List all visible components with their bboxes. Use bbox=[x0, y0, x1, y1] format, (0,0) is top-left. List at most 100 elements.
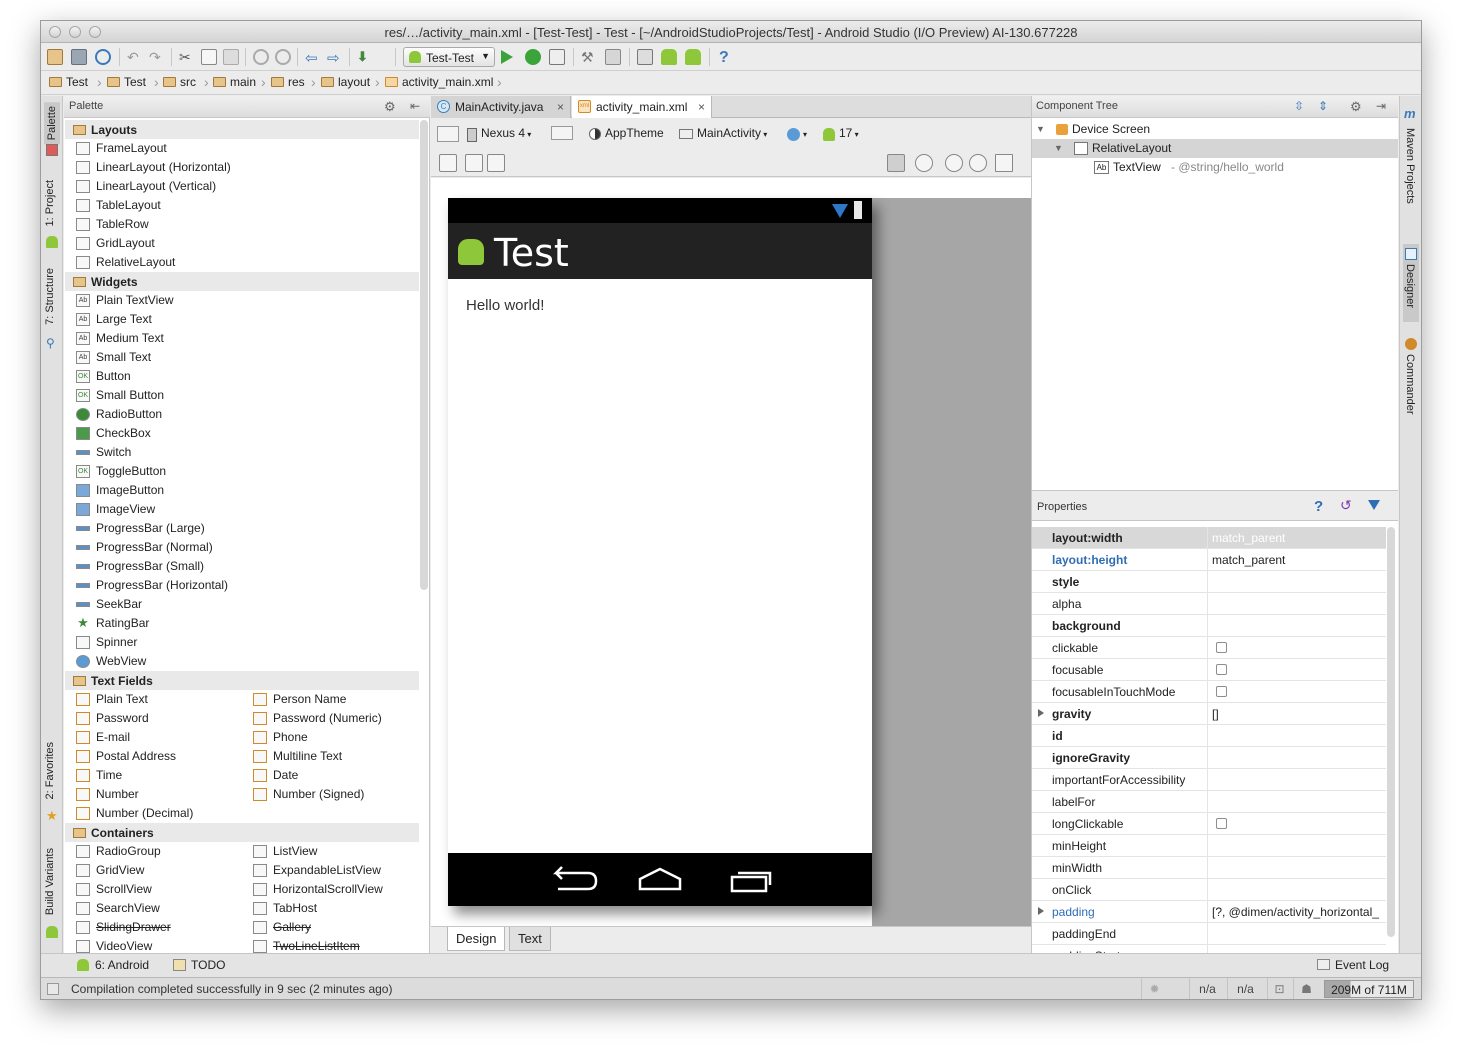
palette-item-radiogroup[interactable]: RadioGroup bbox=[76, 842, 161, 861]
property-checkbox[interactable] bbox=[1216, 818, 1227, 829]
property-row-style[interactable]: style bbox=[1032, 571, 1386, 593]
palette-item-imageview[interactable]: ImageView bbox=[76, 500, 155, 519]
back-arrow-icon[interactable]: ⇦ bbox=[305, 49, 321, 67]
breadcrumb-item-src[interactable]: src bbox=[163, 75, 196, 91]
palette-item-slidingdrawer[interactable]: SlidingDrawer bbox=[76, 918, 171, 937]
structure-tool-tab[interactable]: 7: Structure bbox=[44, 268, 56, 325]
close-icon[interactable]: × bbox=[698, 100, 705, 114]
project-tool-tab[interactable]: 1: Project bbox=[44, 180, 56, 226]
palette-item-postal-address[interactable]: Postal Address bbox=[76, 747, 176, 766]
tree-node-relative-layout[interactable]: ▼ RelativeLayout bbox=[1032, 139, 1398, 158]
tree-node-textview[interactable]: Ab TextView - @string/hello_world bbox=[1032, 158, 1398, 177]
sdk-icon[interactable] bbox=[605, 49, 621, 65]
palette-group-containers[interactable]: Containers bbox=[65, 823, 419, 842]
palette-item-tablelayout[interactable]: TableLayout bbox=[76, 196, 161, 215]
property-row-minheight[interactable]: minHeight bbox=[1032, 835, 1386, 857]
breadcrumb-item-activity-main[interactable]: activity_main.xml bbox=[385, 75, 493, 91]
device-select[interactable]: Nexus 4 ▾ bbox=[467, 126, 531, 144]
palette-item-number-decimal[interactable]: Number (Decimal) bbox=[76, 804, 193, 823]
property-row-importantforaccessibility[interactable]: importantForAccessibility bbox=[1032, 769, 1386, 791]
device-monitor-icon[interactable] bbox=[637, 49, 653, 65]
zoom-out-icon[interactable] bbox=[969, 154, 987, 172]
properties-scrollbar[interactable] bbox=[1387, 527, 1395, 937]
make-project-icon[interactable]: ⬇ bbox=[357, 49, 373, 65]
palette-item-time[interactable]: Time bbox=[76, 766, 122, 785]
palette-item-password[interactable]: Password bbox=[76, 709, 149, 728]
palette-item-tablerow[interactable]: TableRow bbox=[76, 215, 149, 234]
palette-item-linearlayout-horizontal[interactable]: LinearLayout (Horizontal) bbox=[76, 158, 231, 177]
sync-icon[interactable] bbox=[95, 49, 111, 65]
expand-arrow-icon[interactable] bbox=[1038, 709, 1044, 717]
palette-item-password-numeric[interactable]: Password (Numeric) bbox=[253, 709, 382, 728]
palette-item-switch[interactable]: Switch bbox=[76, 443, 131, 462]
hide-panel-icon[interactable]: ⇤ bbox=[410, 99, 420, 113]
palette-item-date[interactable]: Date bbox=[253, 766, 298, 785]
breadcrumb-item-layout[interactable]: layout bbox=[321, 75, 370, 91]
restore-default-icon[interactable]: ↺ bbox=[1340, 497, 1352, 514]
zoom-in-icon[interactable] bbox=[945, 154, 963, 172]
lock-icon[interactable]: ⊡ bbox=[1267, 978, 1291, 999]
find-icon[interactable] bbox=[253, 49, 269, 65]
palette-item-webview[interactable]: WebView bbox=[76, 652, 146, 671]
property-value[interactable]: match_parent bbox=[1212, 553, 1384, 567]
run-icon[interactable] bbox=[501, 50, 513, 64]
property-value[interactable]: [] bbox=[1212, 707, 1384, 721]
maven-projects-tool-tab[interactable]: Maven Projects bbox=[1404, 128, 1416, 204]
breadcrumb-item-res[interactable]: res bbox=[271, 75, 305, 91]
orientation-icon[interactable] bbox=[551, 126, 573, 140]
tab-activity-main-xml[interactable]: xml activity_main.xml × bbox=[572, 96, 712, 118]
android-tool-button[interactable]: 6: Android bbox=[77, 958, 149, 972]
api-level-select[interactable]: 17 ▾ bbox=[823, 126, 859, 144]
breadcrumb-item-main[interactable]: main bbox=[213, 75, 256, 91]
close-icon[interactable]: × bbox=[557, 100, 564, 114]
property-row-id[interactable]: id bbox=[1032, 725, 1386, 747]
property-row-layout-height[interactable]: layout:height match_parent bbox=[1032, 549, 1386, 571]
palette-item-progressbar-large[interactable]: ProgressBar (Large) bbox=[76, 519, 205, 538]
palette-item-number-signed[interactable]: Number (Signed) bbox=[253, 785, 364, 804]
palette-item-scrollview[interactable]: ScrollView bbox=[76, 880, 152, 899]
palette-item-relativelayout[interactable]: RelativeLayout bbox=[76, 253, 175, 272]
palette-item-progressbar-horizontal[interactable]: ProgressBar (Horizontal) bbox=[76, 576, 228, 595]
attach-debugger-icon[interactable] bbox=[549, 49, 565, 65]
forward-arrow-icon[interactable]: ⇨ bbox=[327, 49, 343, 67]
palette-item-listview[interactable]: ListView bbox=[253, 842, 317, 861]
new-layout-icon[interactable] bbox=[437, 126, 459, 142]
help-icon[interactable]: ? bbox=[1314, 498, 1323, 515]
palette-group-text_fields[interactable]: Text Fields bbox=[65, 671, 419, 690]
tab-main-activity-java[interactable]: C MainActivity.java × bbox=[431, 96, 571, 118]
palette-item-seekbar[interactable]: SeekBar bbox=[76, 595, 142, 614]
property-row-alpha[interactable]: alpha bbox=[1032, 593, 1386, 615]
property-checkbox[interactable] bbox=[1216, 642, 1227, 653]
palette-item-togglebutton[interactable]: OK ToggleButton bbox=[76, 462, 166, 481]
expand-arrow-icon[interactable] bbox=[1038, 907, 1044, 915]
expand-all-icon[interactable]: ⇳ bbox=[1294, 99, 1304, 113]
property-row-focusableintouchmode[interactable]: focusableInTouchMode bbox=[1032, 681, 1386, 703]
palette-item-medium-text[interactable]: Ab Medium Text bbox=[76, 329, 164, 348]
memory-indicator[interactable]: 209M of 711M bbox=[1324, 980, 1414, 998]
palette-item-e-mail[interactable]: E-mail bbox=[76, 728, 130, 747]
breadcrumb-item-test-module[interactable]: Test bbox=[107, 75, 146, 91]
palette-item-plain-text[interactable]: Plain Text bbox=[76, 690, 148, 709]
property-row-gravity[interactable]: gravity [] bbox=[1032, 703, 1386, 725]
hide-panel-icon[interactable]: ⇥ bbox=[1376, 99, 1386, 113]
palette-item-ratingbar[interactable]: ★ RatingBar bbox=[76, 614, 149, 633]
favorites-tool-tab[interactable]: 2: Favorites bbox=[44, 742, 56, 799]
hector-icon[interactable]: ☗ bbox=[1293, 978, 1319, 999]
palette-item-linearlayout-vertical[interactable]: LinearLayout (Vertical) bbox=[76, 177, 216, 196]
palette-item-radiobutton[interactable]: RadioButton bbox=[76, 405, 162, 424]
gear-icon[interactable]: ⚙ bbox=[384, 99, 396, 115]
palette-item-button[interactable]: OK Button bbox=[76, 367, 131, 386]
collapse-all-icon[interactable]: ⇕ bbox=[1318, 99, 1328, 113]
property-row-paddingend[interactable]: paddingEnd bbox=[1032, 923, 1386, 945]
palette-item-expandablelistview[interactable]: ExpandableListView bbox=[253, 861, 381, 880]
debug-icon[interactable] bbox=[525, 49, 541, 65]
tool-windows-icon[interactable] bbox=[47, 983, 59, 995]
palette-item-gridview[interactable]: GridView bbox=[76, 861, 144, 880]
palette-item-horizontalscrollview[interactable]: HorizontalScrollView bbox=[253, 880, 383, 899]
run-configuration-select[interactable]: Test-Test ▼ bbox=[403, 47, 495, 67]
undo-icon[interactable]: ↶ bbox=[127, 49, 143, 65]
property-row-layout-width[interactable]: layout:width match_parent bbox=[1032, 527, 1386, 549]
tab-text[interactable]: Text bbox=[509, 927, 551, 951]
property-row-labelfor[interactable]: labelFor bbox=[1032, 791, 1386, 813]
palette-item-small-button[interactable]: OK Small Button bbox=[76, 386, 164, 405]
